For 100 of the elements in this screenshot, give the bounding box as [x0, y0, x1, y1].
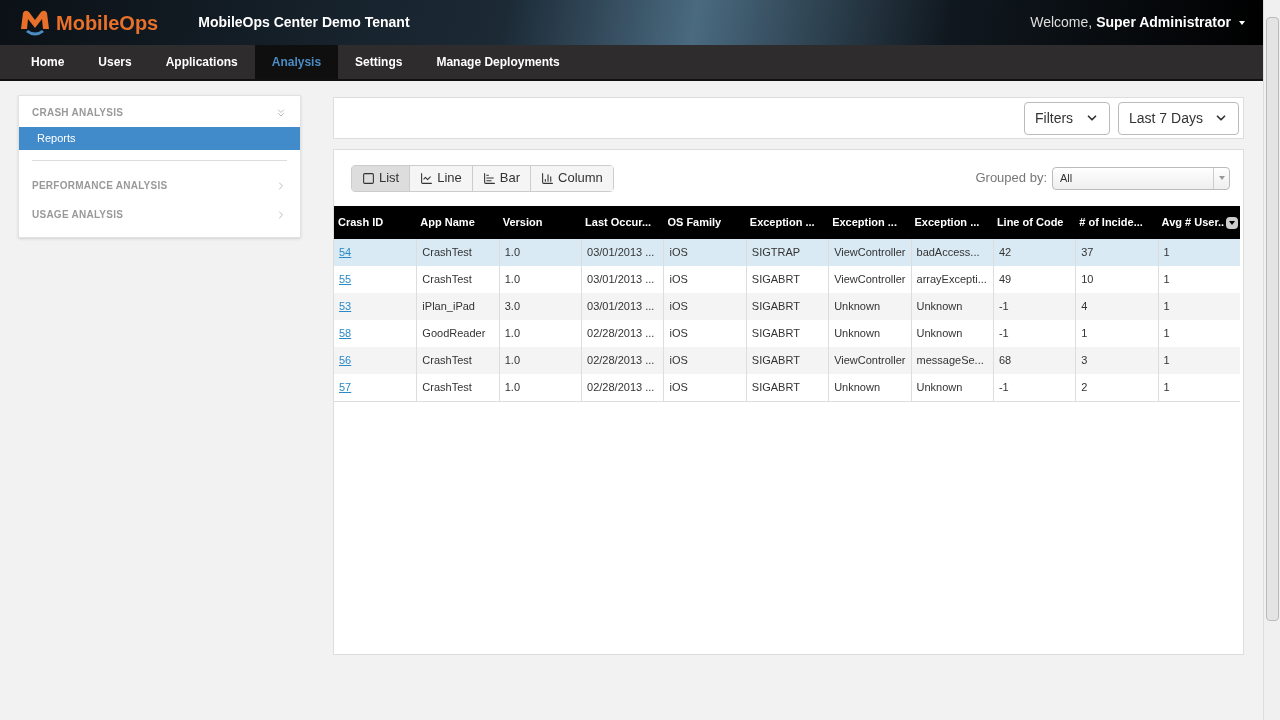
- table-cell-text: 02/28/2013 ...: [587, 380, 655, 396]
- table-row[interactable]: 56 CrashTest 1.0 02/28/2013 ... iOS SIGABRT ViewController messageSe... 68 3 1: [334, 347, 1240, 374]
- view-button[interactable]: Bar: [471, 165, 531, 191]
- table-row[interactable]: 53 iPlan_iPad 3.0 03/01/2013 ... iOS SIGABRT Unknown Unknown -1 4 1: [334, 293, 1240, 320]
- column-header[interactable]: Exception ...: [745, 214, 829, 231]
- table-cell-text: 1: [1163, 326, 1170, 342]
- logo-text: MobileOps: [56, 10, 159, 36]
- nav-tab[interactable]: Home: [14, 45, 82, 79]
- scroll-thumb[interactable]: [1265, 17, 1279, 621]
- view-button[interactable]: Column: [530, 165, 613, 191]
- table-cell-text: 4: [1081, 299, 1088, 315]
- table-cell-text: ViewController: [834, 272, 906, 288]
- table-cell-text: 03/01/2013 ...: [587, 299, 655, 315]
- filters-button[interactable]: Filters: [1024, 101, 1110, 135]
- chevron-down-icon: [275, 106, 287, 119]
- column-header[interactable]: Last Occur...: [581, 214, 664, 231]
- table-cell-text: SIGABRT: [751, 272, 800, 288]
- table-cell-text: SIGTRAP: [751, 245, 801, 261]
- nav-tab[interactable]: Settings: [338, 45, 420, 79]
- table-cell-text: badAccess...: [916, 245, 980, 261]
- table-cell-text: 03/01/2013 ...: [587, 245, 655, 261]
- crash-id-link[interactable]: 56: [339, 352, 352, 369]
- table-cell-text: SIGABRT: [751, 299, 800, 315]
- column-header[interactable]: Exception ...: [910, 214, 993, 231]
- table-cell-text: 3.0: [504, 299, 520, 315]
- table-cell-text: 1.0: [504, 245, 520, 261]
- table-cell-text: Unknown: [834, 326, 880, 342]
- table-cell-text: 2: [1081, 380, 1088, 396]
- table-cell-text: CrashTest: [422, 245, 472, 261]
- crash-id-link[interactable]: 58: [339, 325, 352, 342]
- column-header[interactable]: OS Family: [663, 214, 746, 231]
- table-cell-text: 1: [1081, 326, 1088, 342]
- column-header[interactable]: Line of Code: [992, 214, 1076, 231]
- column-header[interactable]: Crash ID: [334, 214, 417, 231]
- table-cell-text: 1: [1163, 245, 1170, 261]
- table-cell-text: 1: [1163, 353, 1170, 369]
- table-cell-text: 37: [1081, 245, 1094, 261]
- grouped-by-select[interactable]: All: [1052, 166, 1230, 190]
- table-cell-text: Unknown: [834, 299, 880, 315]
- welcome-text: Welcome,: [1030, 13, 1093, 32]
- grouped-by-label: Grouped by:: [975, 169, 1047, 188]
- table-cell-text: Unknown: [916, 326, 963, 342]
- column-header[interactable]: # of Incide...: [1075, 214, 1158, 231]
- table-cell-text: CrashTest: [422, 272, 472, 288]
- table-cell-text: ViewController: [834, 353, 906, 369]
- table-cell-text: 49: [998, 272, 1012, 288]
- date-range-button[interactable]: Last 7 Days: [1118, 101, 1239, 135]
- table-cell-text: iOS: [669, 326, 688, 342]
- table-cell-text: -1: [998, 326, 1009, 342]
- bar-chart-icon: [482, 171, 496, 185]
- crash-id-link[interactable]: 55: [339, 271, 352, 288]
- column-header[interactable]: App Name: [416, 214, 499, 231]
- sidebar-item[interactable]: Reports: [19, 127, 300, 150]
- table-cell-text: 10: [1081, 272, 1094, 288]
- nav-tab[interactable]: Manage Deployments: [419, 45, 577, 79]
- table-cell-text: 1: [1163, 299, 1170, 315]
- table-cell-text: arrayExcepti...: [916, 272, 987, 288]
- column-chart-icon: [541, 171, 555, 185]
- caret-icon: [1239, 20, 1245, 25]
- table-cell-text: 42: [998, 245, 1012, 261]
- table-cell-text: GoodReader: [422, 326, 486, 342]
- table-cell-text: 1.0: [504, 326, 520, 342]
- table-row[interactable]: 54 CrashTest 1.0 03/01/2013 ... iOS SIGTRAP ViewController badAccess... 42 37 1: [334, 239, 1240, 266]
- table-cell-text: iOS: [669, 245, 688, 261]
- table-cell-text: 1.0: [504, 272, 520, 288]
- table-cell-text: iOS: [669, 272, 688, 288]
- table-cell-text: CrashTest: [422, 353, 472, 369]
- table-cell-text: -1: [998, 380, 1009, 396]
- line-chart-icon: [420, 171, 434, 185]
- user-menu[interactable]: Super Administrator: [1096, 12, 1245, 33]
- nav-tab[interactable]: Applications: [148, 45, 255, 79]
- table-cell-text: messageSe...: [916, 353, 984, 369]
- column-header[interactable]: Exception ...: [828, 214, 911, 231]
- crash-id-link[interactable]: 57: [339, 379, 352, 396]
- table-cell-text: SIGABRT: [751, 353, 800, 369]
- table-cell-text: 3: [1081, 353, 1088, 369]
- table-cell-text: -1: [998, 299, 1009, 315]
- table-cell-text: 02/28/2013 ...: [587, 353, 655, 369]
- table-cell-text: iOS: [669, 380, 688, 396]
- table-cell-text: 1.0: [504, 380, 520, 396]
- view-button[interactable]: List: [352, 165, 410, 191]
- nav-tab[interactable]: Users: [81, 45, 149, 79]
- table-cell-text: 1: [1163, 380, 1170, 396]
- table-cell-text: 02/28/2013 ...: [587, 326, 655, 342]
- column-header[interactable]: Avg # User..: [1157, 214, 1240, 231]
- table-cell-text: iOS: [669, 353, 688, 369]
- nav-tab[interactable]: Analysis: [254, 45, 339, 79]
- table-cell-text: CrashTest: [422, 380, 472, 396]
- table-cell-text: 03/01/2013 ...: [587, 272, 655, 288]
- table-cell-text: Unknown: [834, 380, 880, 396]
- tenant-title: MobileOps Center Demo Tenant: [198, 13, 410, 32]
- table-cell-text: SIGABRT: [751, 380, 800, 396]
- column-header[interactable]: Version: [498, 214, 582, 231]
- table-cell-text: 1.0: [504, 353, 520, 369]
- crash-id-link[interactable]: 53: [339, 298, 352, 315]
- view-button[interactable]: Line: [409, 165, 472, 191]
- table-cell-text: Unknown: [916, 299, 963, 315]
- table-cell-text: iOS: [669, 299, 688, 315]
- table-cell-text: ViewController: [834, 245, 906, 261]
- table-cell-text: Unknown: [916, 380, 963, 396]
